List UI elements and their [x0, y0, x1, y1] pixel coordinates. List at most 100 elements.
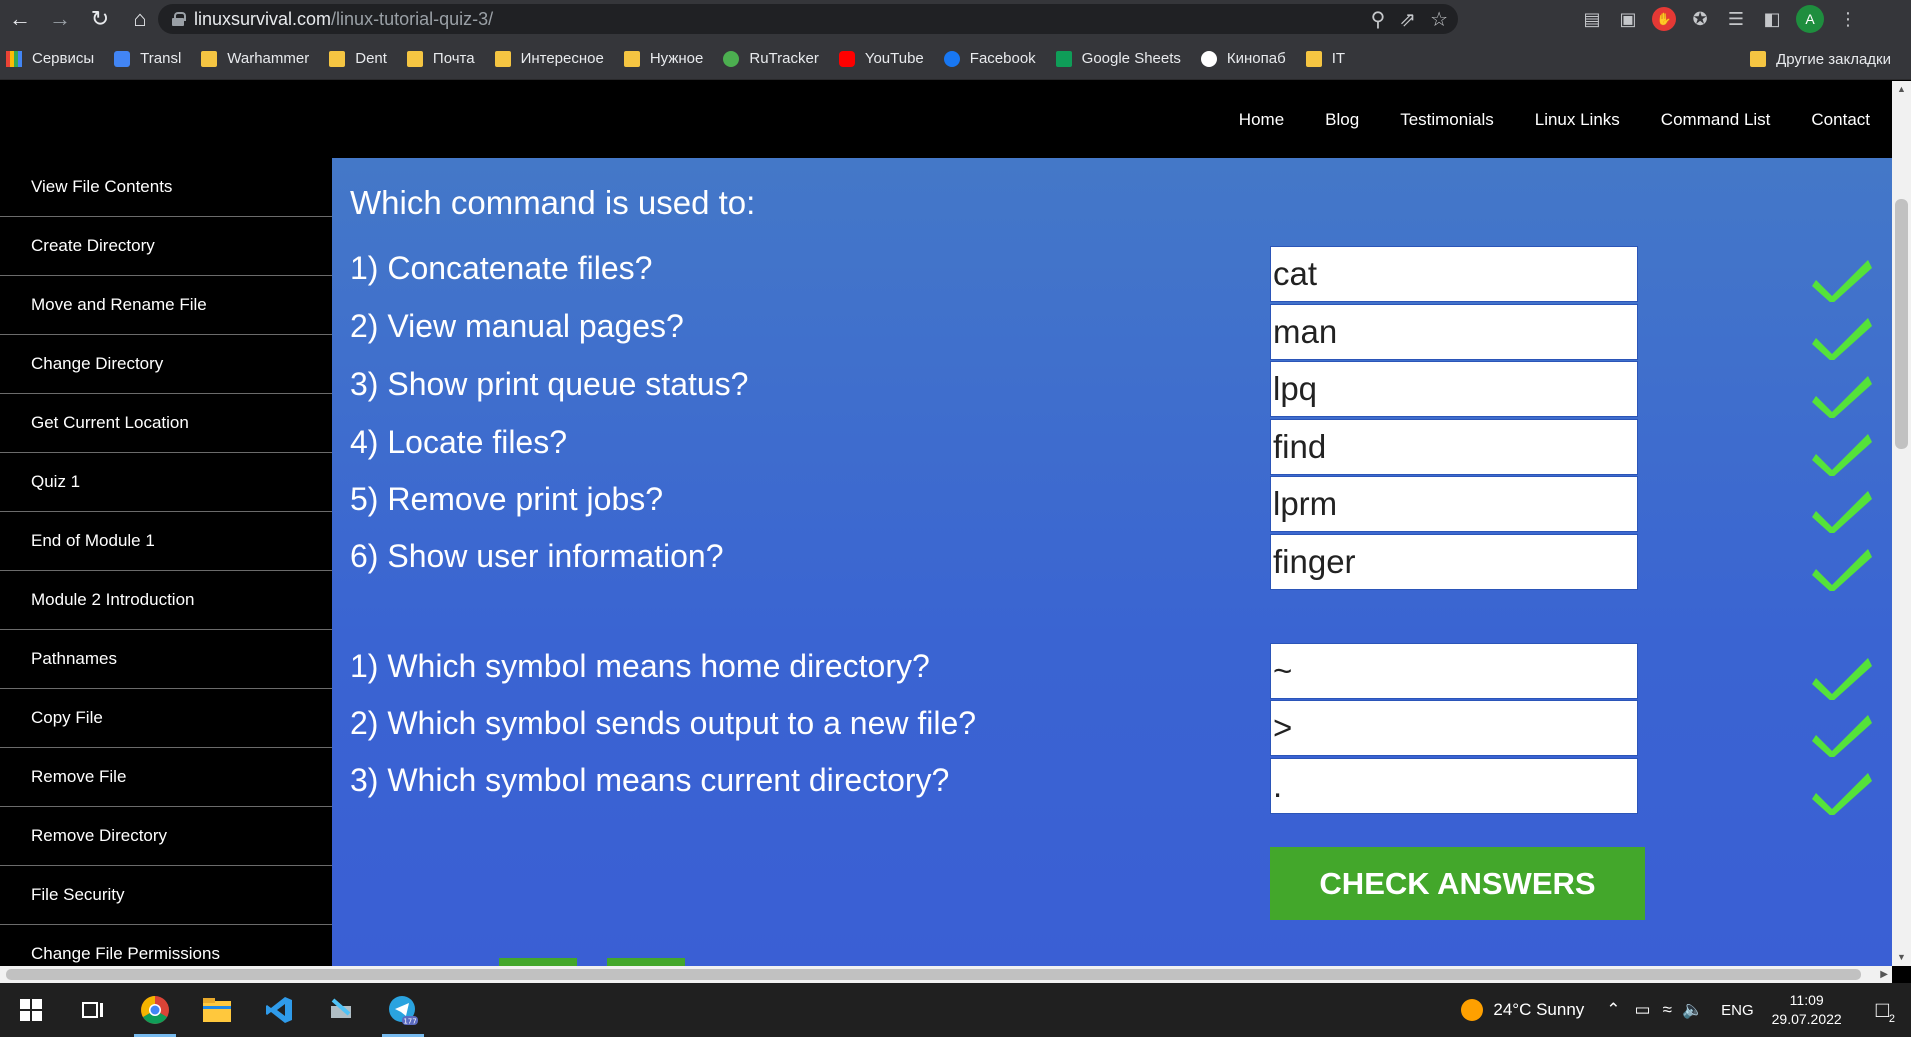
- answer-input[interactable]: find: [1270, 419, 1638, 475]
- puzzle-icon[interactable]: ✪: [1688, 7, 1712, 31]
- taskbar-vscode[interactable]: [248, 983, 310, 1037]
- bookmark-mail[interactable]: Почта: [406, 50, 475, 67]
- scroll-up-icon[interactable]: ▲: [1892, 81, 1911, 98]
- bookmark-services[interactable]: Сервисы: [6, 50, 94, 67]
- reload-button[interactable]: ↻: [80, 0, 120, 38]
- volume-icon[interactable]: 🔈: [1682, 1000, 1703, 1020]
- horizontal-scrollbar[interactable]: ▶: [0, 966, 1892, 983]
- other-bookmarks[interactable]: Другие закладки: [1750, 38, 1891, 80]
- system-tray: 24°C Sunny ⌃ ▭ ≈ 🔈 ENG 11:09 29.07.2022 …: [1461, 983, 1911, 1037]
- nav-blog[interactable]: Blog: [1325, 110, 1359, 130]
- answer-input[interactable]: lpq: [1270, 361, 1638, 417]
- answer-input[interactable]: lprm: [1270, 476, 1638, 532]
- bookmark-youtube[interactable]: YouTube: [838, 50, 924, 67]
- media-control-icon[interactable]: ☰: [1724, 7, 1748, 31]
- check-answers-button[interactable]: CHECK ANSWERS: [1270, 847, 1645, 920]
- extension-icon[interactable]: ▣: [1616, 7, 1640, 31]
- taskbar-chrome[interactable]: [124, 983, 186, 1037]
- scroll-right-icon[interactable]: ▶: [1880, 966, 1888, 983]
- nav-contact[interactable]: Contact: [1811, 110, 1870, 130]
- language-indicator[interactable]: ENG: [1721, 1002, 1754, 1019]
- answer-input[interactable]: man: [1270, 304, 1638, 360]
- folder-icon: [1305, 50, 1322, 67]
- scroll-thumb[interactable]: [6, 969, 1861, 980]
- browser-toolbar: ← → ↻ ⌂ linuxsurvival.com /linux-tutoria…: [0, 0, 1911, 38]
- forward-button[interactable]: →: [40, 0, 80, 38]
- wifi-icon[interactable]: ≈: [1663, 1000, 1672, 1020]
- zoom-icon[interactable]: ⚲: [1371, 7, 1386, 32]
- sidebar-item-end-of-module-1[interactable]: End of Module 1: [0, 512, 332, 571]
- share-icon[interactable]: ⇗: [1399, 7, 1416, 32]
- menu-kebab-icon[interactable]: ⋮: [1836, 7, 1860, 31]
- apps-grid-icon: [6, 50, 22, 67]
- sidebar-item-module-2-introduction[interactable]: Module 2 Introduction: [0, 571, 332, 630]
- answer-input[interactable]: >: [1270, 700, 1638, 756]
- checkmark-icon: [1812, 376, 1872, 418]
- sidebar-item-view-file-contents[interactable]: View File Contents: [0, 158, 332, 217]
- sidebar-item-remove-file[interactable]: Remove File: [0, 748, 332, 807]
- reader-mode-icon[interactable]: ▤: [1580, 7, 1604, 31]
- bookmark-dent[interactable]: Dent: [329, 50, 387, 67]
- sun-icon: [1461, 999, 1484, 1021]
- bookmark-rutracker[interactable]: RuTracker: [723, 50, 819, 67]
- nav-prev-button[interactable]: [499, 958, 577, 966]
- bookmark-transl[interactable]: Transl: [114, 50, 181, 67]
- start-button[interactable]: [0, 983, 62, 1037]
- checkmark-icon: [1812, 260, 1872, 302]
- sidebar-item-quiz-1[interactable]: Quiz 1: [0, 453, 332, 512]
- taskbar-app[interactable]: [310, 983, 372, 1037]
- notification-icon[interactable]: □ 2: [1876, 997, 1895, 1025]
- sidebar-item-pathnames[interactable]: Pathnames: [0, 630, 332, 689]
- weather-text[interactable]: 24°C Sunny: [1493, 1000, 1584, 1020]
- folder-icon: [201, 50, 218, 67]
- clock[interactable]: 11:09 29.07.2022: [1772, 991, 1842, 1029]
- sidebar-item-change-directory[interactable]: Change Directory: [0, 335, 332, 394]
- sidebar-item-remove-directory[interactable]: Remove Directory: [0, 807, 332, 866]
- nav-next-button[interactable]: [607, 958, 685, 966]
- bookmark-kinopub[interactable]: Кинопаб: [1200, 50, 1286, 67]
- sidebar-item-get-current-location[interactable]: Get Current Location: [0, 394, 332, 453]
- answer-input[interactable]: cat: [1270, 246, 1638, 302]
- back-button[interactable]: ←: [0, 0, 40, 38]
- bookmark-facebook[interactable]: Facebook: [943, 50, 1036, 67]
- question-text: 3) Show print queue status?: [350, 366, 749, 402]
- question-text: 6) Show user information?: [350, 538, 724, 574]
- scroll-thumb[interactable]: [1895, 199, 1908, 449]
- profile-avatar[interactable]: A: [1796, 5, 1824, 33]
- sidebar-item-move-rename-file[interactable]: Move and Rename File: [0, 276, 332, 335]
- adblock-icon[interactable]: ✋: [1652, 7, 1676, 31]
- vertical-scrollbar[interactable]: ▲ ▼: [1892, 81, 1911, 966]
- nav-command-list[interactable]: Command List: [1661, 110, 1771, 130]
- nav-home[interactable]: Home: [1239, 110, 1284, 130]
- side-panel-icon[interactable]: ◧: [1760, 7, 1784, 31]
- bookmark-warhammer[interactable]: Warhammer: [201, 50, 309, 67]
- sidebar-item-change-file-permissions[interactable]: Change File Permissions: [0, 925, 332, 966]
- bookmark-interesting[interactable]: Интересное: [494, 50, 604, 67]
- bookmark-google-sheets[interactable]: Google Sheets: [1055, 50, 1181, 67]
- nav-linux-links[interactable]: Linux Links: [1535, 110, 1620, 130]
- kinopub-icon: [1200, 50, 1217, 67]
- bookmark-it[interactable]: IT: [1305, 50, 1345, 67]
- taskbar-file-explorer[interactable]: [186, 983, 248, 1037]
- chevron-up-icon[interactable]: ⌃: [1606, 1000, 1620, 1020]
- question-text: 2) Which symbol sends output to a new fi…: [350, 705, 977, 741]
- bookmark-needed[interactable]: Нужное: [623, 50, 703, 67]
- answer-input[interactable]: ~: [1270, 643, 1638, 699]
- sidebar-item-copy-file[interactable]: Copy File: [0, 689, 332, 748]
- task-view-button[interactable]: [62, 983, 124, 1037]
- taskbar-telegram[interactable]: 177: [372, 983, 434, 1037]
- nav-testimonials[interactable]: Testimonials: [1400, 110, 1494, 130]
- checkmark-icon: [1812, 773, 1872, 815]
- sidebar-item-create-directory[interactable]: Create Directory: [0, 217, 332, 276]
- address-bar[interactable]: linuxsurvival.com /linux-tutorial-quiz-3…: [158, 4, 1458, 34]
- bookmark-star-icon[interactable]: ☆: [1430, 7, 1448, 32]
- folder-icon: [494, 50, 511, 67]
- home-button[interactable]: ⌂: [120, 0, 160, 38]
- google-translate-icon: [114, 50, 131, 67]
- answer-input[interactable]: .: [1270, 758, 1638, 814]
- battery-icon[interactable]: ▭: [1635, 1000, 1651, 1020]
- sidebar-item-file-security[interactable]: File Security: [0, 866, 332, 925]
- windows-icon: [20, 999, 42, 1021]
- scroll-down-icon[interactable]: ▼: [1892, 949, 1911, 966]
- answer-input[interactable]: finger: [1270, 534, 1638, 590]
